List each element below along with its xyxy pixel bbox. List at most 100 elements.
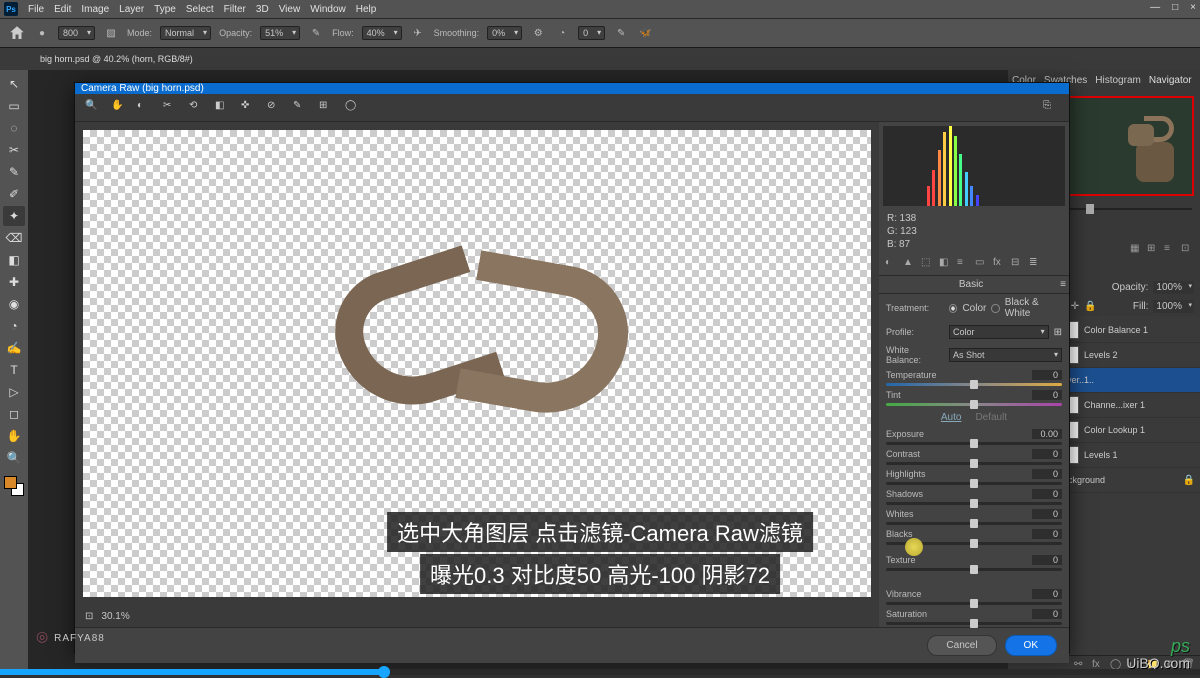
lock-all-icon[interactable]: 🔒 [1084,301,1096,312]
menu-window[interactable]: Window [310,4,346,15]
acr-radial-filter-tool[interactable]: ◯ [345,100,361,116]
ok-button[interactable]: OK [1005,635,1057,656]
acr-straighten-tool[interactable]: ⟲ [189,100,205,116]
brush-preset-icon[interactable]: ● [34,25,50,41]
crop-tool[interactable]: ✂ [3,140,25,160]
pattern-grid-icon[interactable]: ⊞ [1147,243,1160,256]
acr-done-icon[interactable]: ⎘ [1043,100,1059,116]
blacks-value[interactable]: 0 [1032,529,1062,539]
brush-tool[interactable]: ✦ [3,206,25,226]
flow-select[interactable]: 40% [362,26,402,40]
mode-select[interactable]: Normal [160,26,211,40]
tint-value[interactable]: 0 [1032,390,1062,400]
menu-view[interactable]: View [279,4,301,15]
zoom-tool[interactable]: 🔍 [3,448,25,468]
color-swatch[interactable] [4,476,24,496]
acr-histogram[interactable] [883,126,1065,206]
shadows-value[interactable]: 0 [1032,489,1062,499]
symmetry-icon[interactable]: 🦋 [637,25,653,41]
acr-spot-tool[interactable]: ✜ [241,100,257,116]
hand-tool[interactable]: ✋ [3,426,25,446]
acr-split-tab-icon[interactable]: ≡ [957,257,971,271]
acr-redeye-tool[interactable]: ⊘ [267,100,283,116]
acr-fx-tab-icon[interactable]: fx [993,257,1007,271]
tab-histogram[interactable]: Histogram [1095,75,1141,86]
texture-slider[interactable] [886,568,1062,571]
acr-zoom-level[interactable]: 30.1% [101,611,129,622]
eraser-tool[interactable]: ◧ [3,250,25,270]
layer-opacity-select[interactable]: 100% [1153,281,1194,294]
acr-basic-tab-icon[interactable]: ◐ [885,257,899,271]
profile-select[interactable]: Color [949,325,1049,339]
temperature-value[interactable]: 0 [1032,370,1062,380]
path-tool[interactable]: ▷ [3,382,25,402]
window-maximize-icon[interactable]: □ [1172,2,1178,13]
whites-slider[interactable] [886,522,1062,525]
shape-tool[interactable]: ◻ [3,404,25,424]
acr-crop-tool[interactable]: ✂ [163,100,179,116]
exposure-value[interactable]: 0.00 [1032,429,1062,439]
menu-type[interactable]: Type [154,4,176,15]
move-tool[interactable]: ↖ [3,74,25,94]
angle-icon[interactable]: ◔ [554,25,570,41]
type-tool[interactable]: T [3,360,25,380]
default-button[interactable]: Default [975,412,1007,423]
whites-value[interactable]: 0 [1032,509,1062,519]
pattern-list-icon[interactable]: ≡ [1164,243,1177,256]
dialog-title-bar[interactable]: Camera Raw (big horn.psd) [75,83,1069,94]
pattern-more-icon[interactable]: ⊡ [1181,243,1194,256]
contrast-value[interactable]: 0 [1032,449,1062,459]
smoothing-select[interactable]: 0% [487,26,522,40]
home-icon[interactable] [8,24,26,42]
highlights-value[interactable]: 0 [1032,469,1062,479]
dodge-tool[interactable]: ◔ [3,316,25,336]
treatment-color-radio[interactable] [949,304,957,313]
tint-slider[interactable] [886,403,1062,406]
document-tab[interactable]: big horn.psd @ 40.2% (horn, RGB/8#) [30,50,203,68]
highlights-slider[interactable] [886,482,1062,485]
menu-layer[interactable]: Layer [119,4,144,15]
acr-grad-filter-tool[interactable]: ⊞ [319,100,335,116]
menu-help[interactable]: Help [356,4,377,15]
acr-hand-tool[interactable]: ✋ [111,100,127,116]
exposure-slider[interactable] [886,442,1062,445]
menu-image[interactable]: Image [81,4,109,15]
acr-preset-tab-icon[interactable]: ≣ [1029,257,1043,271]
acr-curve-tab-icon[interactable]: ▲ [903,257,917,271]
acr-calib-tab-icon[interactable]: ⊟ [1011,257,1025,271]
healing-tool[interactable]: ✐ [3,184,25,204]
contrast-slider[interactable] [886,462,1062,465]
blur-tool[interactable]: ◉ [3,294,25,314]
wb-select[interactable]: As Shot [949,348,1062,362]
vibrance-value[interactable]: 0 [1032,589,1062,599]
marquee-tool[interactable]: ▭ [3,96,25,116]
pressure-size-icon[interactable]: ✎ [613,25,629,41]
auto-button[interactable]: Auto [941,412,962,423]
pen-tool[interactable]: ✍ [3,338,25,358]
lock-position-icon[interactable]: ✛ [1071,301,1079,312]
eyedropper-tool[interactable]: ✎ [3,162,25,182]
acr-wb-tool[interactable]: ◐ [137,100,153,116]
menu-select[interactable]: Select [186,4,214,15]
angle-select[interactable]: 0 [578,26,605,40]
stamp-tool[interactable]: ⌫ [3,228,25,248]
saturation-slider[interactable] [886,622,1062,625]
smoothing-options-icon[interactable]: ⚙ [530,25,546,41]
window-minimize-icon[interactable]: — [1150,2,1160,13]
acr-adjust-brush-tool[interactable]: ✎ [293,100,309,116]
saturation-value[interactable]: 0 [1032,609,1062,619]
lasso-tool[interactable]: ◌ [3,118,25,138]
opacity-select[interactable]: 51% [260,26,300,40]
temperature-slider[interactable] [886,383,1062,386]
treatment-bw-radio[interactable] [991,304,999,313]
brush-panel-icon[interactable]: ▨ [103,25,119,41]
menu-file[interactable]: File [28,4,44,15]
menu-filter[interactable]: Filter [224,4,246,15]
window-close-icon[interactable]: × [1190,2,1196,13]
acr-zoom-tool[interactable]: 🔍 [85,100,101,116]
acr-transform-tool[interactable]: ◧ [215,100,231,116]
pattern-type-icon[interactable]: ▦ [1130,243,1143,256]
acr-hsl-tab-icon[interactable]: ◧ [939,257,953,271]
acr-fit-icon[interactable]: ⊡ [85,611,93,622]
acr-panel-menu-icon[interactable]: ≡ [1060,279,1066,290]
